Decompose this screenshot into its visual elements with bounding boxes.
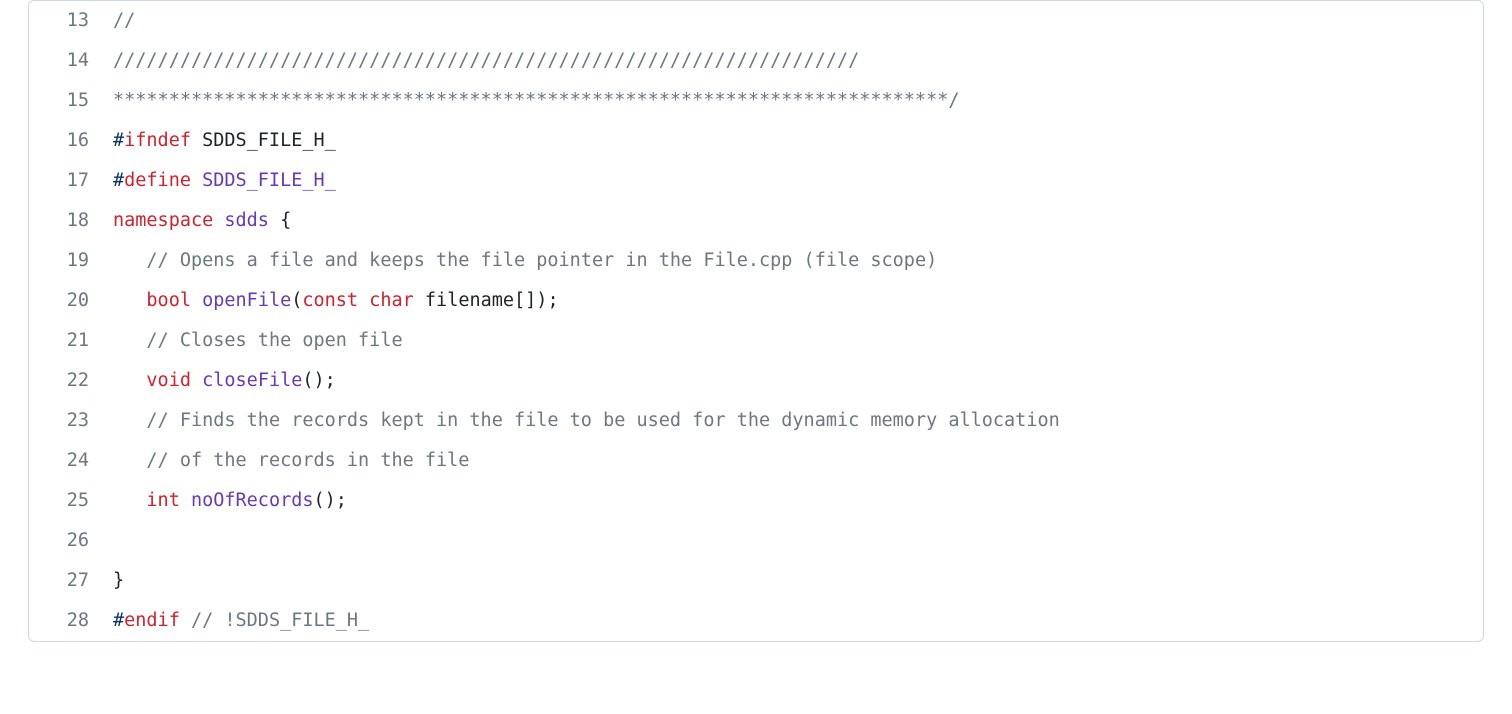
code-content[interactable]: namespace sdds { xyxy=(113,201,1483,241)
code-content[interactable]: // of the records in the file xyxy=(113,441,1483,481)
code-token: // xyxy=(113,10,135,31)
code-line[interactable]: 23 // Finds the records kept in the file… xyxy=(29,401,1483,441)
code-token xyxy=(113,450,146,471)
line-number[interactable]: 25 xyxy=(29,481,113,521)
code-line[interactable]: 15**************************************… xyxy=(29,81,1483,121)
code-viewer: 13//14//////////////////////////////////… xyxy=(28,0,1484,642)
code-token: closeFile xyxy=(202,370,302,391)
code-line[interactable]: 25 int noOfRecords(); xyxy=(29,481,1483,521)
code-token: []); xyxy=(514,290,559,311)
code-content[interactable]: ****************************************… xyxy=(113,81,1483,121)
line-number[interactable]: 14 xyxy=(29,41,113,81)
code-token: { xyxy=(269,210,291,231)
code-token: (); xyxy=(314,490,347,511)
code-token: # xyxy=(113,130,124,151)
code-token xyxy=(113,250,146,271)
code-line[interactable]: 16#ifndef SDDS_FILE_H_ xyxy=(29,121,1483,161)
code-token: SDDS_FILE_H_ xyxy=(202,130,336,151)
code-line[interactable]: 26 xyxy=(29,521,1483,561)
code-token xyxy=(113,330,146,351)
code-token: const xyxy=(302,290,358,311)
code-content[interactable]: #endif // !SDDS_FILE_H_ xyxy=(113,601,1483,641)
code-token xyxy=(180,610,191,631)
line-number[interactable]: 26 xyxy=(29,521,113,561)
code-line[interactable]: 13// xyxy=(29,1,1483,41)
code-token: (); xyxy=(302,370,335,391)
line-number[interactable]: 23 xyxy=(29,401,113,441)
code-content[interactable]: // Finds the records kept in the file to… xyxy=(113,401,1483,441)
code-token: // Closes the open file xyxy=(146,330,402,351)
code-token: noOfRecords xyxy=(191,490,314,511)
code-token: endif xyxy=(124,610,180,631)
line-number[interactable]: 19 xyxy=(29,241,113,281)
code-token: } xyxy=(113,570,124,591)
code-content[interactable]: void closeFile(); xyxy=(113,361,1483,401)
code-token xyxy=(180,490,191,511)
line-number[interactable]: 28 xyxy=(29,601,113,641)
code-line[interactable]: 14//////////////////////////////////////… xyxy=(29,41,1483,81)
code-token xyxy=(113,490,146,511)
line-number[interactable]: 20 xyxy=(29,281,113,321)
code-token: ****************************************… xyxy=(113,90,959,111)
code-token xyxy=(191,170,202,191)
line-number[interactable]: 22 xyxy=(29,361,113,401)
code-line[interactable]: 27} xyxy=(29,561,1483,601)
code-line[interactable]: 19 // Opens a file and keeps the file po… xyxy=(29,241,1483,281)
line-number[interactable]: 18 xyxy=(29,201,113,241)
code-token xyxy=(191,130,202,151)
code-token: sdds xyxy=(224,210,269,231)
code-line[interactable]: 28#endif // !SDDS_FILE_H_ xyxy=(29,601,1483,641)
code-content[interactable]: ////////////////////////////////////////… xyxy=(113,41,1483,81)
code-token: void xyxy=(146,370,191,391)
code-token xyxy=(191,290,202,311)
code-token xyxy=(414,290,425,311)
code-token: # xyxy=(113,170,124,191)
code-token xyxy=(213,210,224,231)
code-token: filename xyxy=(425,290,514,311)
code-token: char xyxy=(369,290,414,311)
line-number[interactable]: 27 xyxy=(29,561,113,601)
code-token: # xyxy=(113,610,124,631)
line-number[interactable]: 21 xyxy=(29,321,113,361)
code-token xyxy=(113,410,146,431)
code-token: openFile xyxy=(202,290,291,311)
code-token: ////////////////////////////////////////… xyxy=(113,50,859,71)
code-content[interactable]: #define SDDS_FILE_H_ xyxy=(113,161,1483,201)
code-content[interactable]: // Closes the open file xyxy=(113,321,1483,361)
line-number[interactable]: 24 xyxy=(29,441,113,481)
code-token xyxy=(191,370,202,391)
code-token: ifndef xyxy=(124,130,191,151)
code-content[interactable]: // xyxy=(113,1,1483,41)
code-content[interactable]: bool openFile(const char filename[]); xyxy=(113,281,1483,321)
code-token: // of the records in the file xyxy=(146,450,469,471)
code-token: // !SDDS_FILE_H_ xyxy=(191,610,369,631)
code-line[interactable]: 24 // of the records in the file xyxy=(29,441,1483,481)
code-line[interactable]: 18namespace sdds { xyxy=(29,201,1483,241)
line-number[interactable]: 13 xyxy=(29,1,113,41)
code-token: // Finds the records kept in the file to… xyxy=(146,410,1059,431)
code-token: ( xyxy=(291,290,302,311)
code-token: int xyxy=(146,490,179,511)
code-line[interactable]: 20 bool openFile(const char filename[]); xyxy=(29,281,1483,321)
line-number[interactable]: 15 xyxy=(29,81,113,121)
code-content[interactable]: int noOfRecords(); xyxy=(113,481,1483,521)
code-content[interactable]: } xyxy=(113,561,1483,601)
code-token xyxy=(113,290,146,311)
code-line[interactable]: 21 // Closes the open file xyxy=(29,321,1483,361)
code-token xyxy=(113,370,146,391)
code-line[interactable]: 17#define SDDS_FILE_H_ xyxy=(29,161,1483,201)
code-token: bool xyxy=(146,290,191,311)
code-token: namespace xyxy=(113,210,213,231)
code-content[interactable]: // Opens a file and keeps the file point… xyxy=(113,241,1483,281)
code-token: define xyxy=(124,170,191,191)
code-line[interactable]: 22 void closeFile(); xyxy=(29,361,1483,401)
line-number[interactable]: 16 xyxy=(29,121,113,161)
code-token xyxy=(358,290,369,311)
code-token: SDDS_FILE_H_ xyxy=(202,170,336,191)
code-content[interactable]: #ifndef SDDS_FILE_H_ xyxy=(113,121,1483,161)
line-number[interactable]: 17 xyxy=(29,161,113,201)
code-token: // Opens a file and keeps the file point… xyxy=(146,250,937,271)
